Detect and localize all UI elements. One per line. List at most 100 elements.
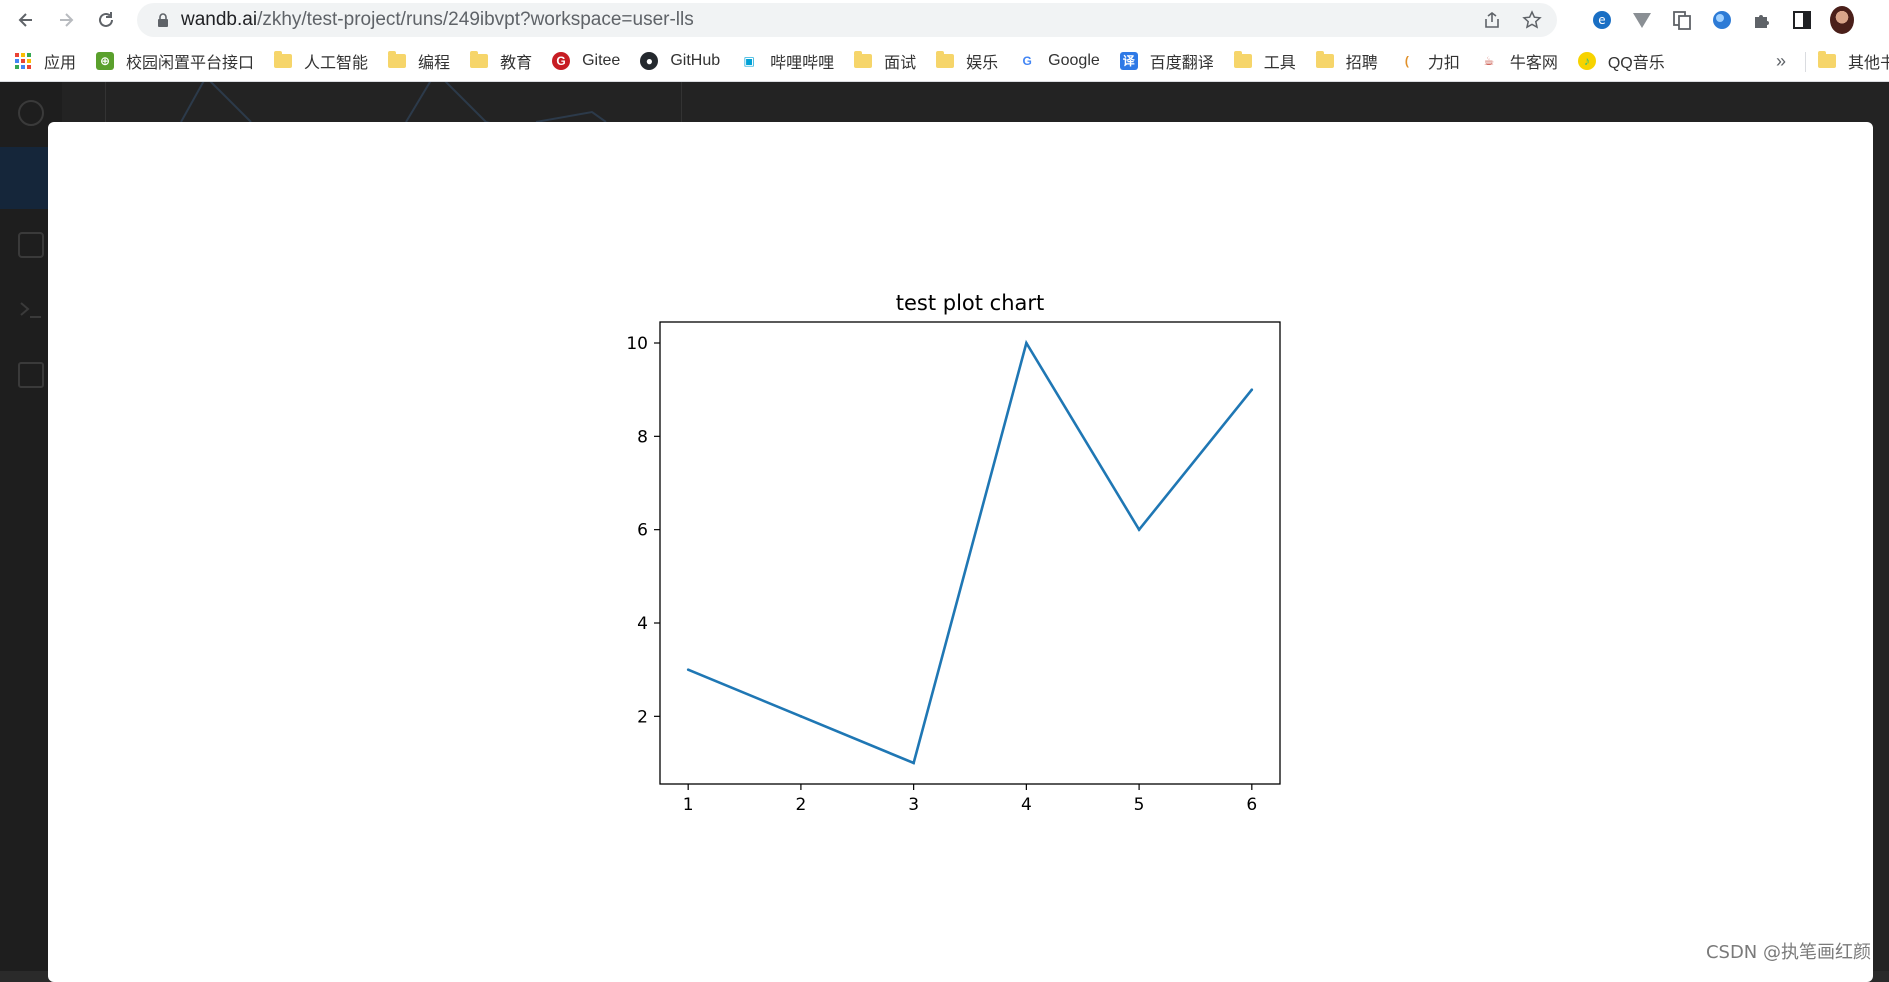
chart-modal: test plot chart 1 2 3 4 5 6 2 4 6 8 10: [48, 122, 1873, 982]
line-chart: test plot chart 1 2 3 4 5 6 2 4 6 8 10: [626, 291, 1281, 815]
x-tick-label: 4: [1021, 795, 1032, 815]
svg-text:e: e: [1598, 13, 1605, 27]
y-tick-label: 4: [637, 614, 648, 634]
bookmark-label: 娱乐: [966, 54, 999, 72]
bookmark-label: 哔哩哔哩: [770, 54, 835, 72]
info-icon[interactable]: [18, 100, 44, 126]
bookmark-label: GitHub: [670, 51, 721, 69]
x-tick-label: 1: [683, 795, 694, 815]
data-point: [799, 715, 803, 718]
url-text: wandb.ai/zkhy/test-project/runs/249ibvpt…: [181, 9, 694, 31]
y-tick-label: 10: [626, 334, 648, 354]
bookmark-item[interactable]: 译百度翻译: [1114, 46, 1220, 76]
data-point: [1137, 528, 1141, 531]
extension-ie-icon[interactable]: e: [1590, 8, 1614, 32]
extension-globe-icon[interactable]: [1710, 8, 1734, 32]
bookmark-item[interactable]: 娱乐: [930, 46, 1004, 76]
bookmark-item[interactable]: G Google: [1012, 46, 1106, 76]
forward-arrow-icon: [60, 13, 74, 27]
folder-icon: [1818, 51, 1836, 68]
folder-icon: [388, 50, 407, 70]
bookmark-label: 教育: [500, 54, 533, 72]
back-button[interactable]: [6, 0, 46, 40]
y-tick-label: 8: [637, 427, 648, 447]
bookmark-label: 招聘: [1345, 54, 1378, 72]
bookmarks-bar: 应用 ⊕ 校园闲置平台接口 人工智能 编程 教育 G Gitee ● GitHub ▣ 哔哩哔哩 面试 娱…: [0, 40, 1889, 82]
bilibili-icon: ▣: [740, 51, 759, 70]
other-bookmarks[interactable]: 其他书: [1818, 40, 1889, 82]
extension-copy-icon[interactable]: [1670, 8, 1694, 32]
x-tick-label: 6: [1246, 795, 1257, 815]
bookmark-item[interactable]: G Gitee: [546, 46, 626, 76]
bookmark-label: 应用: [44, 54, 77, 72]
bookmark-label: 工具: [1263, 54, 1296, 72]
data-point: [686, 668, 690, 671]
chart-title: test plot chart: [896, 291, 1045, 315]
google-icon: G: [1018, 51, 1037, 70]
back-arrow-icon: [18, 13, 32, 27]
bookmark-label: 人工智能: [304, 54, 369, 72]
reload-button[interactable]: [86, 0, 126, 40]
files-icon[interactable]: [18, 362, 44, 388]
terminal-icon[interactable]: [18, 297, 44, 323]
bookmark-item[interactable]: ♪ QQ音乐: [1572, 46, 1671, 76]
background-chart-panel: [105, 70, 682, 133]
bookmark-item[interactable]: 应用: [8, 46, 82, 76]
profile-avatar[interactable]: [1830, 6, 1854, 34]
csdn-watermark: CSDN @执笔画红颜: [1705, 942, 1871, 963]
bookmark-item[interactable]: ● GitHub: [634, 46, 726, 76]
folder-icon: [274, 50, 293, 70]
bookmark-item[interactable]: 人工智能: [268, 46, 374, 76]
bookmark-label: 牛客网: [1509, 54, 1558, 72]
data-point: [912, 761, 915, 765]
url-host: wandb.ai: [181, 9, 258, 30]
bookmark-item[interactable]: ( 力扣: [1392, 46, 1466, 76]
star-icon[interactable]: [1521, 9, 1543, 31]
lock-icon: [155, 12, 171, 28]
address-bar[interactable]: wandb.ai/zkhy/test-project/runs/249ibvpt…: [137, 3, 1557, 37]
x-tick-label: 5: [1134, 795, 1145, 815]
share-icon[interactable]: [1481, 9, 1503, 31]
bookmarks-overflow-button[interactable]: »: [1776, 40, 1786, 82]
folder-icon: [470, 50, 489, 70]
side-panel-icon[interactable]: [1790, 8, 1814, 32]
bookmark-item[interactable]: ▣ 哔哩哔哩: [734, 46, 840, 76]
folder-icon: [1315, 50, 1334, 70]
data-point: [1250, 388, 1254, 391]
apps-grid-icon: [14, 52, 32, 70]
bookmark-label: 力扣: [1427, 54, 1460, 72]
bookmark-item[interactable]: 工具: [1228, 46, 1302, 76]
folder-icon: [854, 50, 873, 70]
bookmark-item[interactable]: ☕ 牛客网: [1474, 46, 1564, 76]
x-tick-label: 2: [795, 795, 806, 815]
qqmusic-icon: ♪: [1577, 51, 1596, 70]
reload-icon: [99, 12, 113, 27]
bookmark-item[interactable]: 招聘: [1310, 46, 1384, 76]
github-icon: ●: [640, 51, 659, 70]
bookmark-item[interactable]: 教育: [464, 46, 538, 76]
folder-icon: [936, 50, 955, 70]
bookmark-item[interactable]: ⊕ 校园闲置平台接口: [90, 46, 260, 76]
bookmark-label: Google: [1048, 51, 1100, 69]
data-line: [687, 339, 1253, 765]
forward-button[interactable]: [46, 0, 86, 40]
nowcoder-icon: ☕: [1479, 51, 1498, 70]
bookmark-label: 百度翻译: [1149, 54, 1214, 72]
system-icon[interactable]: [18, 232, 44, 258]
bookmark-item[interactable]: 面试: [848, 46, 922, 76]
bookmarks-separator: [1805, 52, 1806, 72]
y-tick-label: 2: [637, 707, 648, 727]
folder-icon: [1233, 50, 1252, 70]
extensions-puzzle-icon[interactable]: [1750, 8, 1774, 32]
bookmark-label: 面试: [884, 54, 917, 72]
site-icon: ⊕: [96, 51, 115, 70]
bookmark-label: 校园闲置平台接口: [126, 54, 255, 72]
bookmark-label: QQ音乐: [1607, 54, 1665, 72]
extension-vue-icon[interactable]: [1630, 8, 1654, 32]
bookmark-item[interactable]: 编程: [382, 46, 456, 76]
other-bookmarks-label: 其他书: [1848, 55, 1889, 72]
x-tick-label: 3: [908, 795, 919, 815]
browser-toolbar: wandb.ai/zkhy/test-project/runs/249ibvpt…: [0, 0, 1889, 40]
leetcode-icon: (: [1397, 51, 1416, 70]
bookmark-label: Gitee: [582, 51, 621, 69]
